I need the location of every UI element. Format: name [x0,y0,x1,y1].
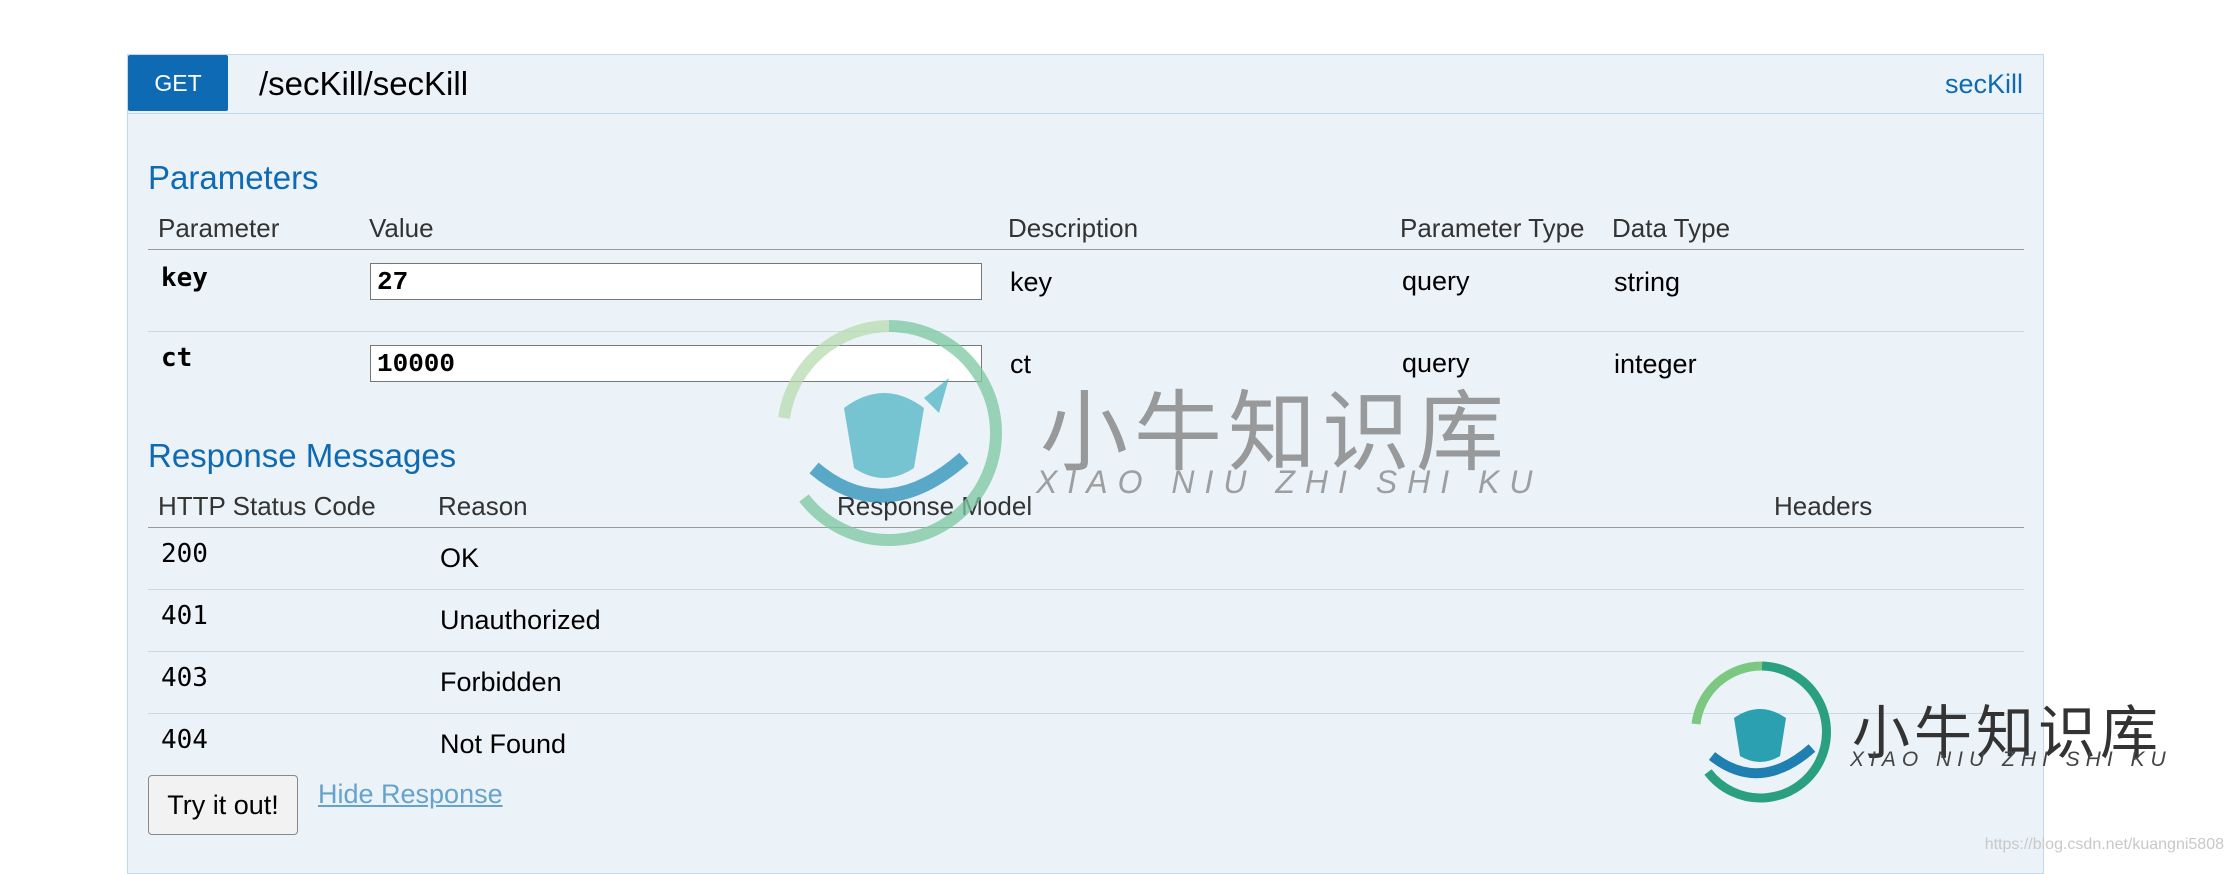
http-method-badge[interactable]: GET [128,55,228,111]
row-divider [148,331,2024,332]
watermark-en-text-small: XIAO NIU ZHI SHI KU [1850,748,2172,771]
watermark-logo [774,318,1004,548]
param-name: key [161,263,208,293]
response-messages-title: Response Messages [148,437,457,474]
responses-header-rule [148,527,2024,528]
row-divider [148,651,2024,652]
col-parameter-type: Parameter Type [1400,213,1585,243]
try-it-out-button[interactable]: Try it out! [148,775,298,835]
endpoint-path[interactable]: /secKill/secKill [259,65,468,103]
param-data-type: integer [1614,349,1697,379]
status-code: 403 [161,663,208,693]
status-code: 401 [161,601,208,631]
tag-link[interactable]: secKill [1945,69,2023,100]
parameters-title: Parameters [148,159,319,196]
col-status-code: HTTP Status Code [158,491,376,521]
status-code: 200 [161,539,208,569]
col-value: Value [369,213,434,243]
param-description: ct [1010,349,1032,379]
status-code: 404 [161,725,208,755]
param-data-type: string [1614,267,1681,297]
param-description: key [1010,267,1053,297]
operation-heading[interactable]: GET /secKill/secKill secKill [128,55,2043,114]
status-reason: Forbidden [440,667,562,697]
col-headers: Headers [1774,491,1873,521]
source-url-watermark: https://blog.csdn.net/kuangni5808 [1984,836,2224,853]
col-reason: Reason [438,491,528,521]
params-header-rule [148,249,2024,250]
status-reason: Unauthorized [440,605,601,635]
watermark-en-text: XIAO NIU ZHI SHI KU [1036,464,1543,500]
param-name: ct [161,343,193,373]
col-data-type: Data Type [1612,213,1731,243]
param-key-input[interactable] [370,263,982,300]
hide-response-link[interactable]: Hide Response [318,779,503,810]
watermark-logo-small [1690,660,1834,804]
status-reason: OK [440,543,480,573]
col-parameter: Parameter [158,213,280,243]
status-reason: Not Found [440,729,567,759]
row-divider [148,589,2024,590]
col-description: Description [1008,213,1139,243]
param-type: query [1402,266,1470,296]
